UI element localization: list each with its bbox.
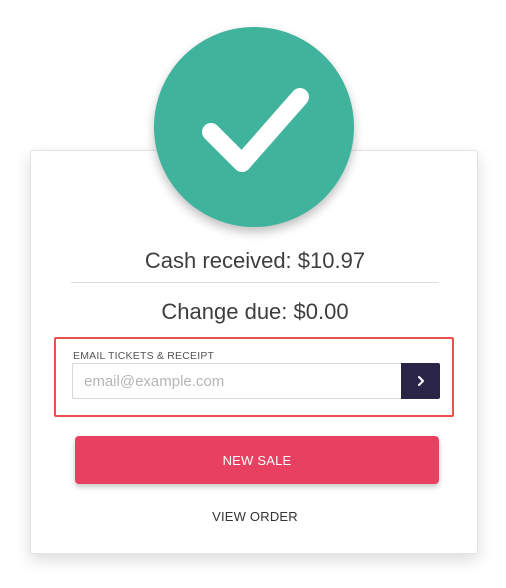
email-receipt-label: EMAIL TICKETS & RECEIPT (73, 350, 215, 362)
success-badge (154, 27, 354, 227)
view-order-link[interactable]: VIEW ORDER (31, 509, 479, 524)
email-receipt-section: EMAIL TICKETS & RECEIPT (54, 337, 454, 417)
change-due-text: Change due: $0.00 (161, 299, 349, 324)
divider (71, 282, 439, 283)
new-sale-button[interactable]: NEW SALE (75, 436, 439, 484)
chevron-right-icon (417, 376, 424, 386)
send-receipt-button[interactable] (401, 363, 440, 399)
checkmark-icon (202, 88, 309, 172)
payment-complete-screen: Cash received: $10.97 Change due: $0.00 … (0, 0, 506, 588)
email-input[interactable] (72, 363, 402, 399)
cash-received-text: Cash received: $10.97 (144, 248, 366, 273)
